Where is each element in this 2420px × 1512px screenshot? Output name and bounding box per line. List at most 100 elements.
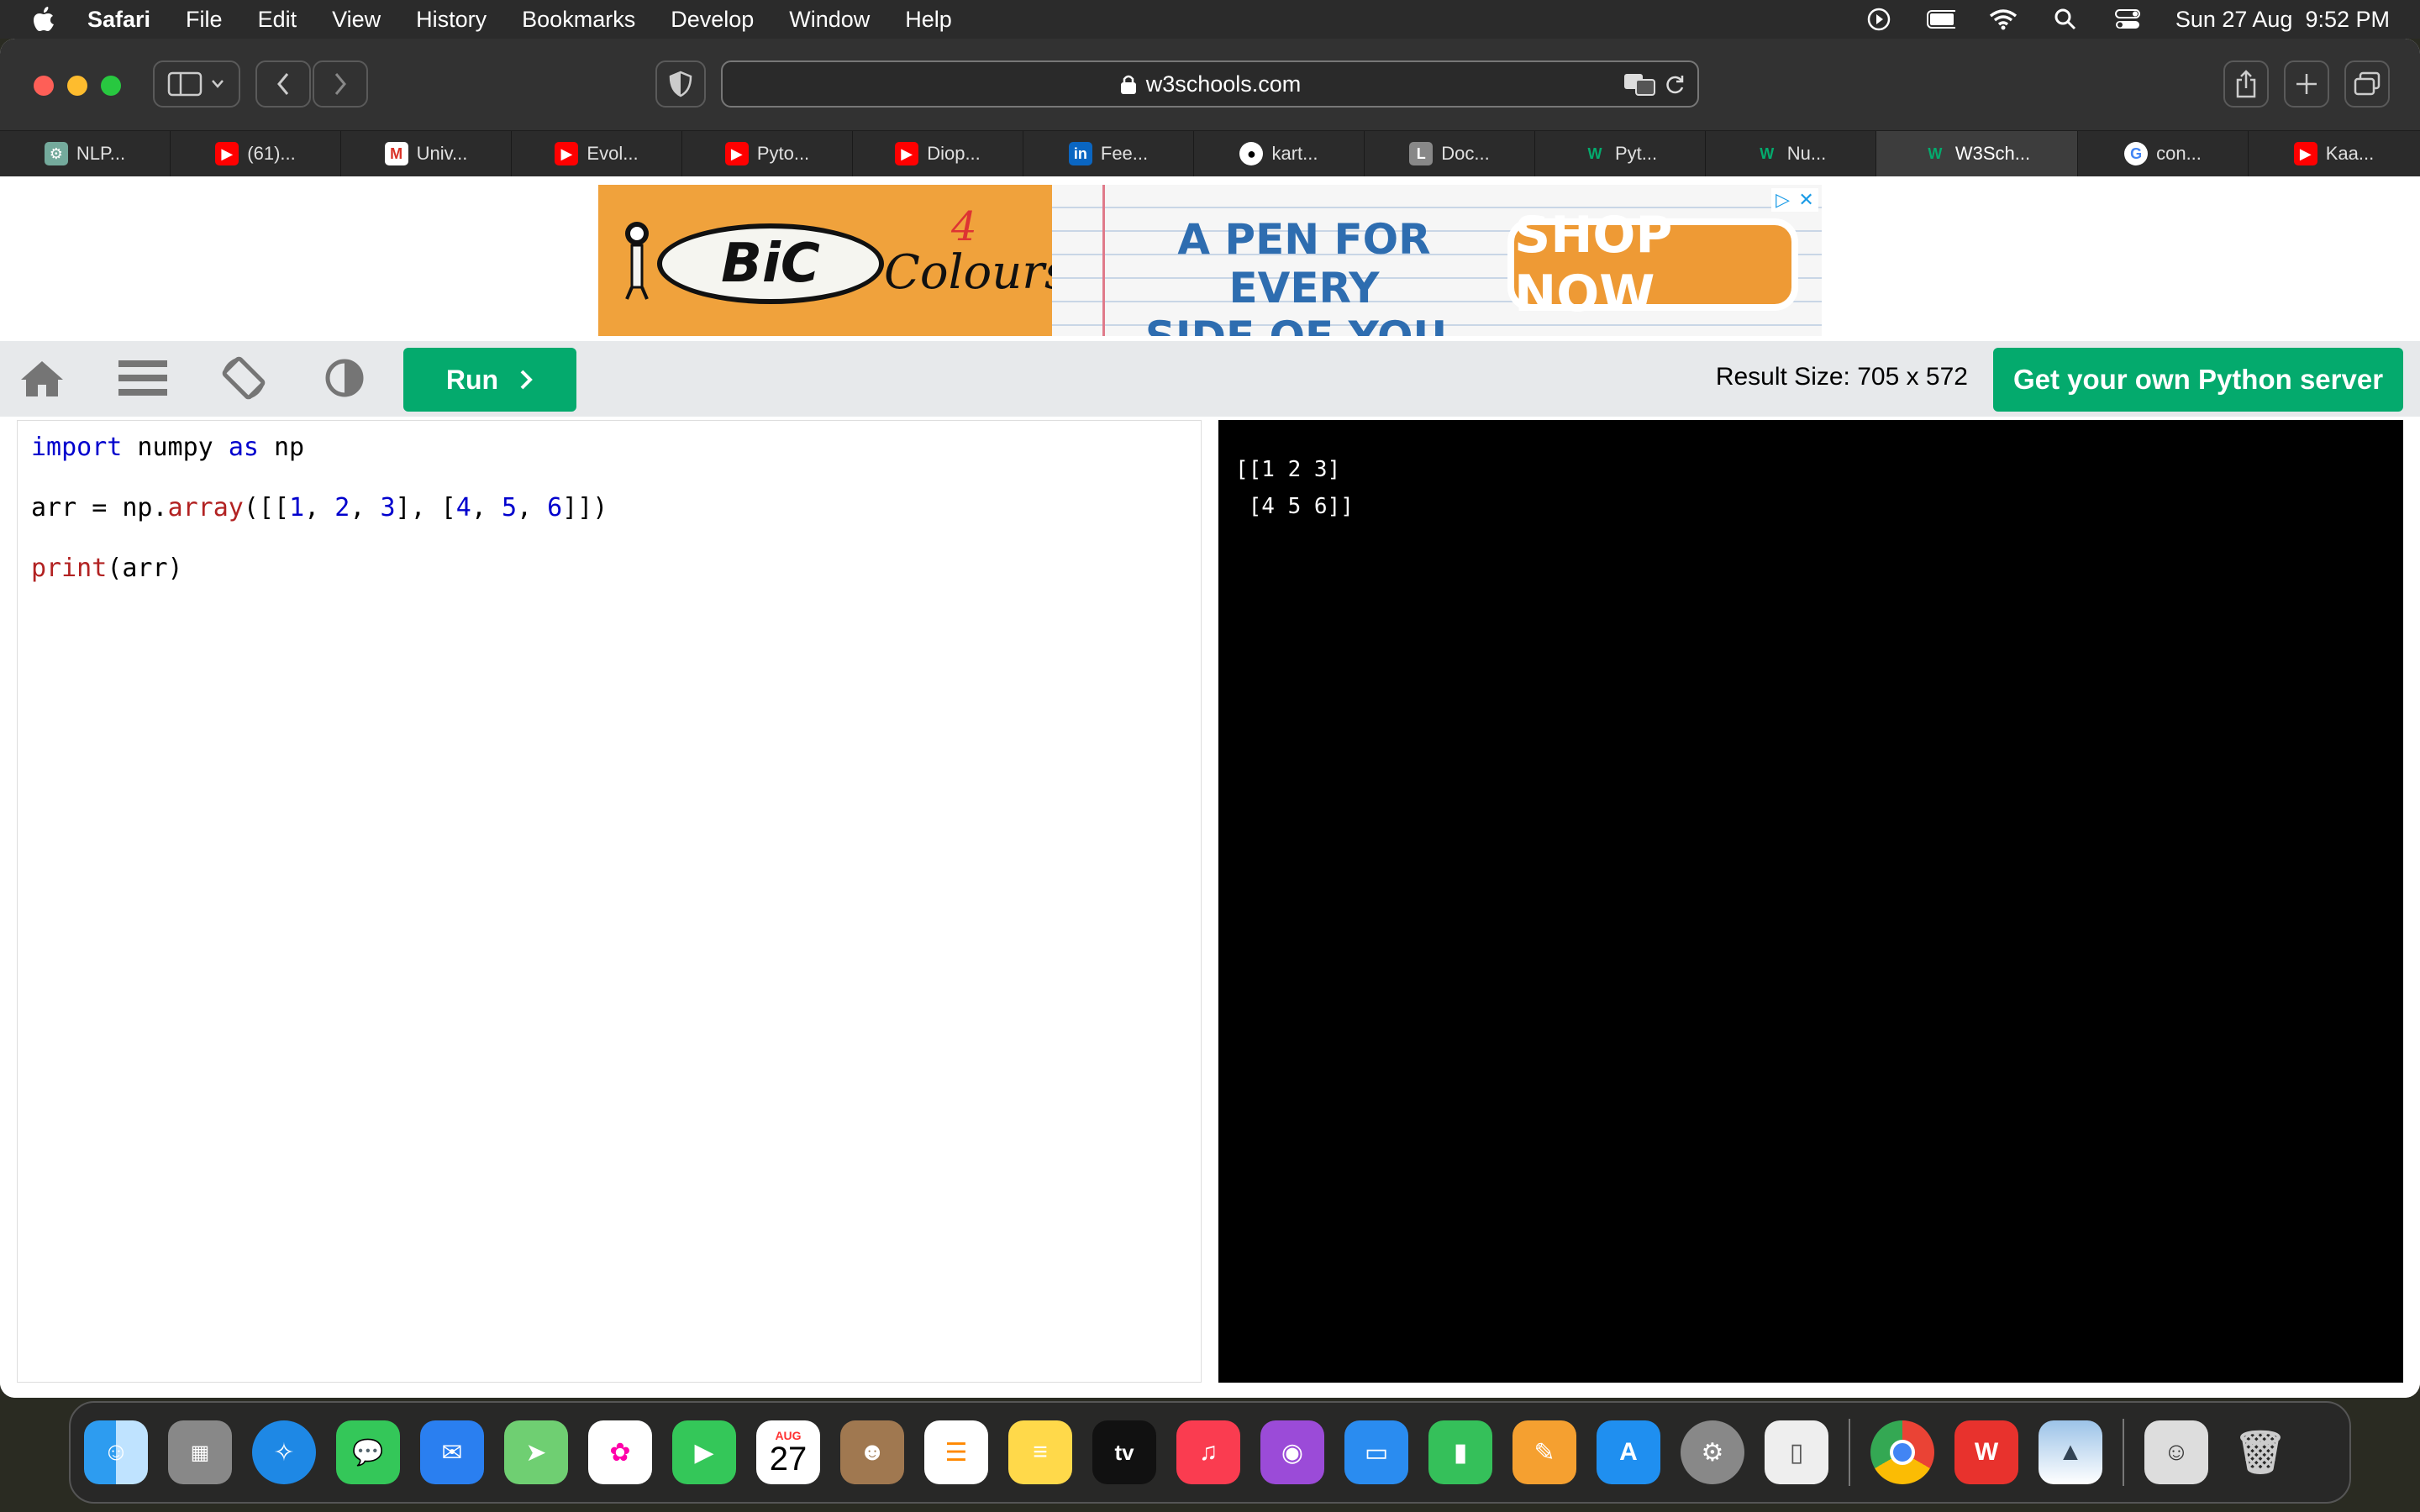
apple-tv-icon[interactable]: tv bbox=[1092, 1420, 1156, 1484]
safari-icon[interactable]: ✧ bbox=[252, 1420, 316, 1484]
launchpad-icon[interactable]: ▦ bbox=[168, 1420, 232, 1484]
dock-separator bbox=[2123, 1419, 2124, 1486]
photo-viewer-icon[interactable]: ▲ bbox=[2039, 1420, 2102, 1484]
menu-history[interactable]: History bbox=[416, 7, 487, 33]
tab-linkedin[interactable]: in Fee... bbox=[1023, 131, 1194, 176]
wifi-icon[interactable] bbox=[1989, 8, 2018, 31]
spotlight-search-icon[interactable] bbox=[2051, 8, 2080, 31]
menu-icon[interactable] bbox=[118, 353, 168, 403]
address-bar[interactable]: w3schools.com bbox=[721, 60, 1699, 108]
menu-edit[interactable]: Edit bbox=[258, 7, 297, 33]
tab-google[interactable]: Gcon... bbox=[2078, 131, 2249, 176]
youtube-icon: ▶ bbox=[724, 142, 749, 165]
facetime-icon[interactable]: ▶ bbox=[672, 1420, 736, 1484]
photos-icon[interactable]: ✿ bbox=[588, 1420, 652, 1484]
tab-w3schools-active[interactable]: W W3Sch... bbox=[1876, 131, 2078, 176]
tab-w3-pyt[interactable]: W Pyt... bbox=[1535, 131, 1706, 176]
finder-icon[interactable]: ☺ bbox=[84, 1420, 148, 1484]
github-icon: ● bbox=[1239, 142, 1264, 165]
bic-mascot-icon bbox=[620, 218, 654, 302]
menu-help[interactable]: Help bbox=[905, 7, 952, 33]
minimize-window-button[interactable] bbox=[67, 76, 87, 96]
control-center-icon[interactable] bbox=[2113, 8, 2142, 31]
contacts-icon[interactable]: ☻ bbox=[840, 1420, 904, 1484]
lock-icon bbox=[1120, 75, 1136, 94]
l-icon: L bbox=[1409, 142, 1434, 165]
menu-view[interactable]: View bbox=[332, 7, 381, 33]
reload-icon[interactable] bbox=[1664, 74, 1686, 102]
tab-overview-button[interactable] bbox=[2344, 60, 2390, 108]
sidebar-toggle-button[interactable] bbox=[153, 60, 240, 108]
menu-file[interactable]: File bbox=[186, 7, 223, 33]
chrome-icon[interactable] bbox=[1870, 1420, 1934, 1484]
tab-nlp[interactable]: ⚙ NLP... bbox=[0, 131, 171, 176]
mail-icon[interactable]: ✉ bbox=[420, 1420, 484, 1484]
preview-icon[interactable]: ▯ bbox=[1765, 1420, 1828, 1484]
tab-youtube-61[interactable]: ▶ (61)... bbox=[171, 131, 341, 176]
keynote-icon[interactable]: ▭ bbox=[1344, 1420, 1408, 1484]
dock-separator bbox=[1849, 1419, 1850, 1486]
podcasts-icon[interactable]: ◉ bbox=[1260, 1420, 1324, 1484]
tab-kaa[interactable]: ▶ Kaa... bbox=[2249, 131, 2419, 176]
menu-develop[interactable]: Develop bbox=[671, 7, 754, 33]
trash-icon[interactable]: 🗑 bbox=[2228, 1420, 2292, 1484]
tab-gmail[interactable]: M Univ... bbox=[341, 131, 512, 176]
close-window-button[interactable] bbox=[34, 76, 54, 96]
youtube-icon: ▶ bbox=[895, 142, 919, 165]
share-button[interactable] bbox=[2223, 60, 2269, 108]
zoom-window-button[interactable] bbox=[101, 76, 121, 96]
result-output-panel: [[1 2 3] [4 5 6]] bbox=[1218, 420, 2403, 1383]
shop-now-button[interactable]: SHOP NOW bbox=[1507, 206, 1798, 323]
forward-button[interactable] bbox=[313, 60, 368, 108]
wps-office-icon[interactable]: W bbox=[1954, 1420, 2018, 1484]
back-button[interactable] bbox=[255, 60, 311, 108]
rotate-layout-icon[interactable] bbox=[218, 353, 269, 403]
tab-w3-nu[interactable]: W Nu... bbox=[1706, 131, 1876, 176]
app-store-icon[interactable]: A bbox=[1597, 1420, 1660, 1484]
tab-evol[interactable]: ▶ Evol... bbox=[512, 131, 682, 176]
user-folder-icon[interactable]: ☺ bbox=[2144, 1420, 2208, 1484]
reminders-icon[interactable]: ☰ bbox=[924, 1420, 988, 1484]
menu-app-name[interactable]: Safari bbox=[87, 7, 150, 33]
tab-doc[interactable]: L Doc... bbox=[1365, 131, 1535, 176]
menu-bookmarks[interactable]: Bookmarks bbox=[522, 7, 635, 33]
contrast-icon[interactable] bbox=[319, 353, 370, 403]
apple-icon[interactable] bbox=[32, 6, 55, 33]
battery-icon[interactable] bbox=[1926, 8, 1955, 31]
plus-icon bbox=[2296, 74, 2317, 94]
code-editor[interactable]: import numpy as np arr = np.array([[1, 2… bbox=[17, 420, 1202, 1383]
web-page: BiC 4 Colours A PEN FOR EVERY SIDE OF YO… bbox=[0, 176, 2420, 1398]
sidebar-icon bbox=[167, 71, 224, 97]
pages-icon[interactable]: ✎ bbox=[1512, 1420, 1576, 1484]
bic-advertisement[interactable]: BiC 4 Colours A PEN FOR EVERY SIDE OF YO… bbox=[598, 185, 1822, 336]
ad-product-name: 4 Colours bbox=[884, 203, 1069, 300]
gmail-icon: M bbox=[384, 142, 408, 165]
get-python-server-button[interactable]: Get your own Python server bbox=[1993, 348, 2403, 412]
system-settings-icon[interactable]: ⚙ bbox=[1681, 1420, 1744, 1484]
numbers-icon[interactable]: ▮ bbox=[1428, 1420, 1492, 1484]
dock: ☺ ▦ ✧ 💬 ✉ ➤ ✿ ▶ AUG 27 ☻ ☰ ≡ tv ♫ ◉ ▭ ▮ … bbox=[69, 1401, 2351, 1504]
privacy-report-button[interactable] bbox=[655, 60, 706, 108]
calendar-icon[interactable]: AUG 27 bbox=[756, 1420, 820, 1484]
menu-window[interactable]: Window bbox=[789, 7, 870, 33]
new-tab-button[interactable] bbox=[2284, 60, 2329, 108]
openai-icon: ⚙ bbox=[44, 142, 68, 165]
home-icon[interactable] bbox=[17, 353, 67, 403]
youtube-icon: ▶ bbox=[2293, 142, 2317, 165]
run-button[interactable]: Run bbox=[403, 348, 576, 412]
chevron-left-icon bbox=[277, 73, 289, 95]
ad-margin-line bbox=[1102, 185, 1105, 336]
tab-pyto[interactable]: ▶ Pyto... bbox=[682, 131, 853, 176]
tab-github[interactable]: ● kart... bbox=[1194, 131, 1365, 176]
music-icon[interactable]: ♫ bbox=[1176, 1420, 1240, 1484]
messages-icon[interactable]: 💬 bbox=[336, 1420, 400, 1484]
linkedin-icon: in bbox=[1068, 142, 1092, 165]
tabs-overview-icon bbox=[2354, 71, 2381, 96]
tab-diop[interactable]: ▶ Diop... bbox=[853, 131, 1023, 176]
play-status-icon[interactable] bbox=[1865, 8, 1893, 31]
notes-icon[interactable]: ≡ bbox=[1008, 1420, 1072, 1484]
maps-icon[interactable]: ➤ bbox=[504, 1420, 568, 1484]
menubar-clock[interactable]: Sun 27 Aug 9:52 PM bbox=[2175, 7, 2390, 33]
ad-choices-icon[interactable]: ▷ ✕ bbox=[1771, 188, 1818, 212]
translate-icon[interactable] bbox=[1623, 72, 1655, 102]
